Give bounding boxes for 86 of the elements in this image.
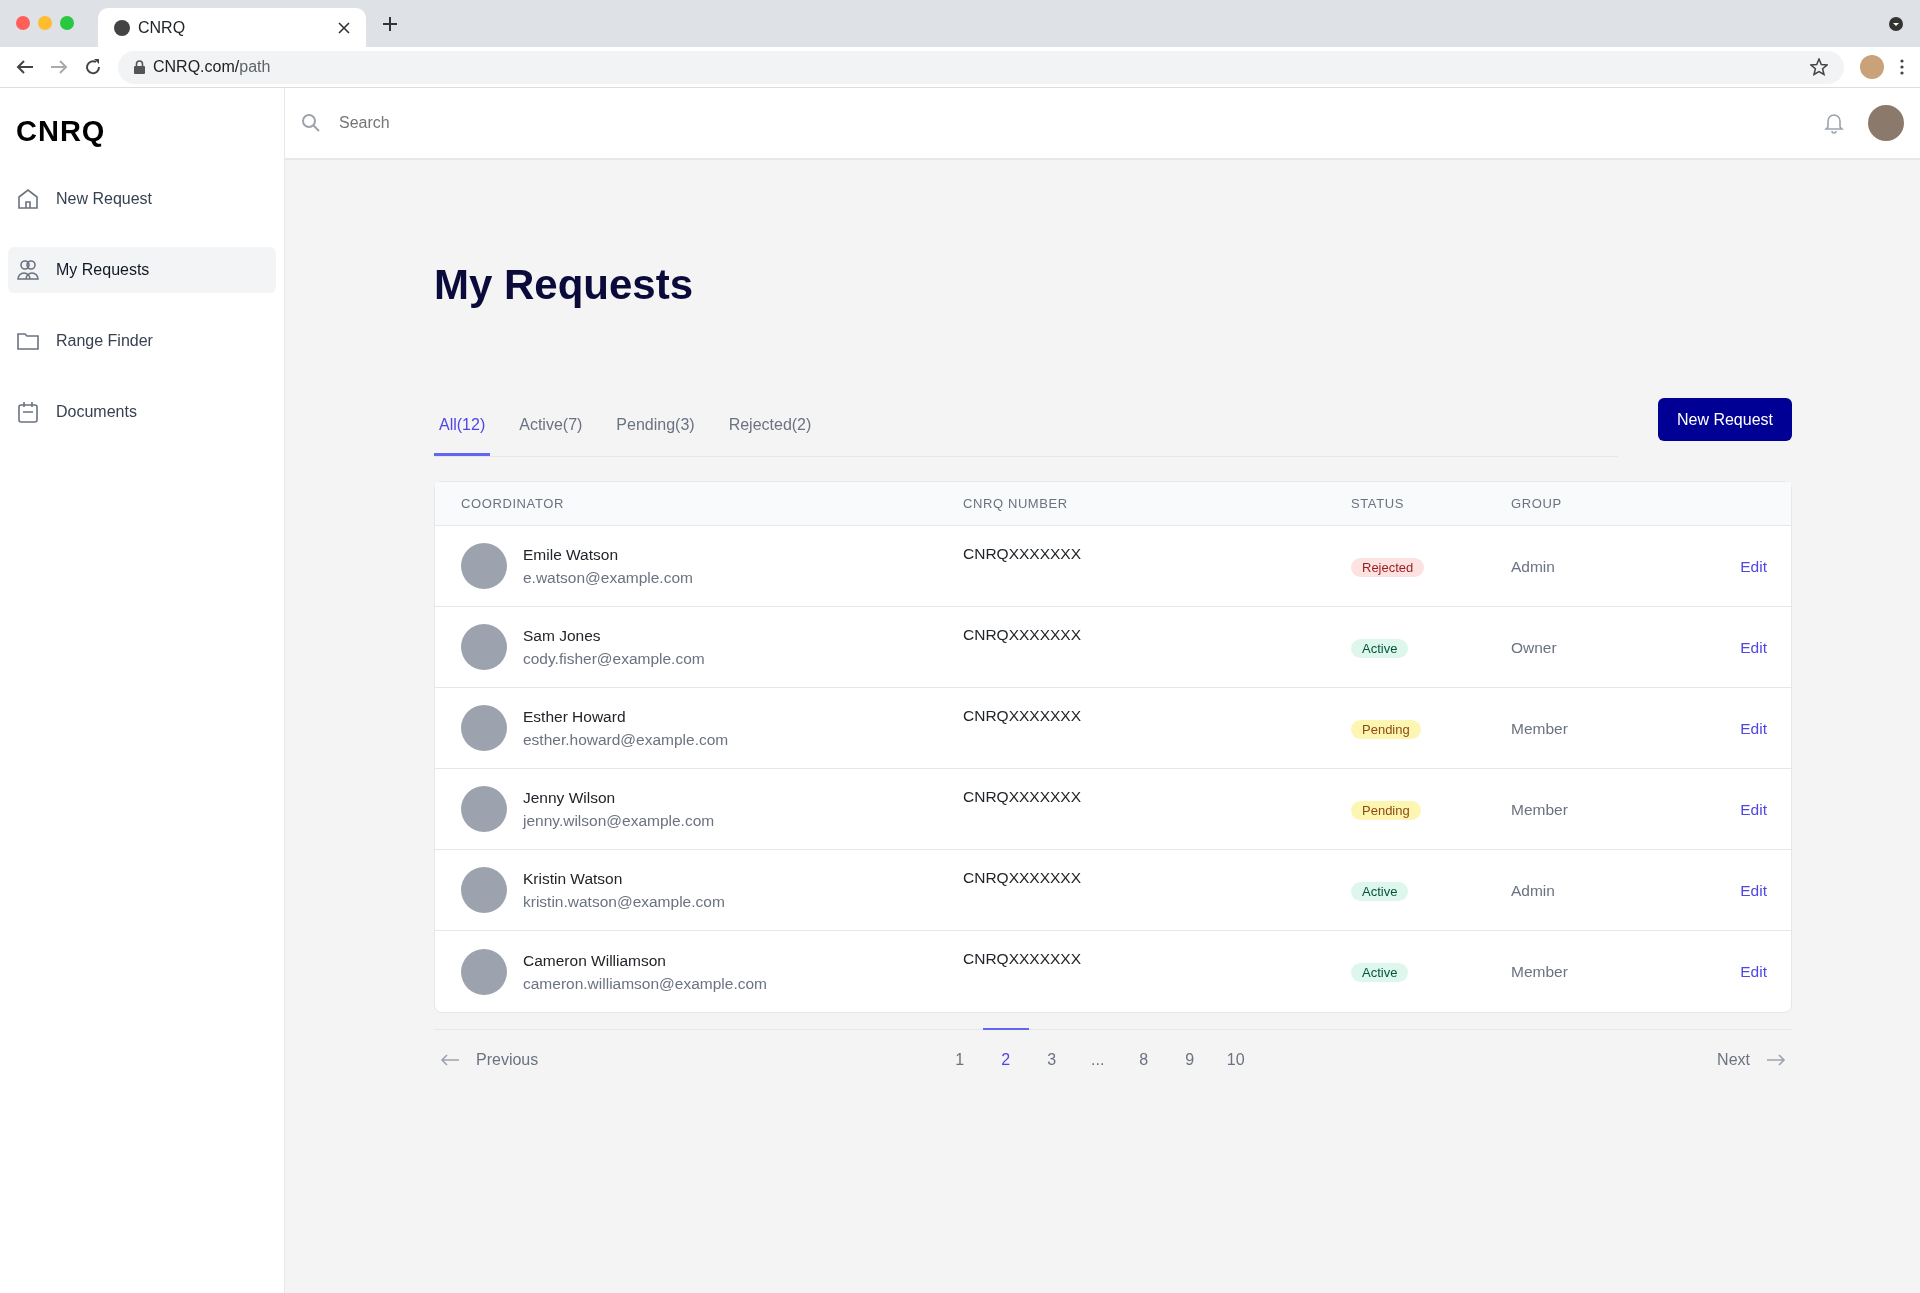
coordinator-name: Jenny Wilson [523, 788, 617, 809]
star-icon[interactable] [1810, 58, 1828, 76]
page-title: My Requests [434, 260, 695, 310]
group-text: Member [1511, 800, 1568, 818]
edit-link[interactable]: Edit [1740, 719, 1767, 737]
edit-link[interactable]: Edit [1740, 881, 1767, 899]
request-number: CNRQXXXXXXX [963, 788, 1081, 806]
page-link[interactable]: ... [1074, 1028, 1121, 1073]
arrow-right-icon [1766, 1054, 1786, 1067]
coordinator-name: Cameron Williamson [523, 950, 667, 971]
page-link[interactable]: 3 [1028, 1028, 1075, 1073]
filter-tab[interactable]: Active(7) [514, 405, 588, 457]
page-link[interactable]: 2 [982, 1028, 1029, 1073]
filter-tab[interactable]: Rejected(2) [723, 405, 817, 457]
coordinator-name: Emile Watson [523, 545, 620, 566]
coordinator-email: e.watson@example.com [523, 568, 693, 589]
reload-icon[interactable] [84, 58, 102, 76]
status-badge: Pending [1351, 719, 1421, 739]
request-number: CNRQXXXXXXX [963, 869, 1081, 887]
search-icon [301, 113, 321, 133]
page-link[interactable]: 9 [1166, 1028, 1213, 1073]
column-header: GROUP [1511, 496, 1562, 512]
group-text: Owner [1511, 638, 1557, 656]
request-number: CNRQXXXXXXX [963, 950, 1081, 968]
coordinator-email: cody.fisher@example.com [523, 649, 705, 670]
edit-link[interactable]: Edit [1740, 557, 1767, 575]
sidebar-item[interactable]: Documents [8, 388, 276, 435]
column-header: COORDINATOR [461, 496, 564, 512]
request-number: CNRQXXXXXXX [963, 545, 1081, 563]
lock-icon [134, 60, 145, 74]
group-text: Admin [1511, 557, 1555, 575]
group-text: Member [1511, 963, 1568, 981]
user-avatar[interactable] [1868, 105, 1904, 141]
coordinator-name: Sam Jones [523, 626, 602, 647]
users-icon [16, 257, 40, 282]
avatar-placeholder [461, 786, 507, 833]
coordinator-name: Esther Howard [523, 707, 627, 728]
more-icon[interactable] [1900, 59, 1904, 75]
status-badge: Rejected [1351, 557, 1425, 577]
sidebar-item[interactable]: My Requests [8, 246, 276, 293]
status-badge: Active [1351, 881, 1409, 901]
edit-link[interactable]: Edit [1740, 800, 1767, 818]
home-icon [16, 186, 40, 211]
tab-title: CNRQ [138, 17, 187, 38]
new-tab-icon[interactable] [382, 16, 398, 32]
logo[interactable]: CNRQ [8, 88, 276, 176]
avatar-placeholder [461, 867, 507, 914]
coordinator-email: jenny.wilson@example.com [523, 811, 715, 832]
column-header: CNRQ NUMBER [963, 496, 1068, 512]
back-icon[interactable] [16, 59, 34, 75]
status-badge: Active [1351, 638, 1409, 658]
group-text: Admin [1511, 881, 1555, 899]
page-link[interactable]: 1 [936, 1028, 983, 1073]
avatar-placeholder [461, 948, 507, 995]
edit-link[interactable]: Edit [1740, 963, 1767, 981]
column-header: STATUS [1351, 496, 1404, 512]
close-tab-icon[interactable] [338, 21, 350, 34]
filter-tab[interactable]: Pending(3) [611, 405, 700, 457]
status-badge: Pending [1351, 800, 1421, 820]
previous-link[interactable]: Previous [434, 1030, 539, 1073]
coordinator-email: kristin.watson@example.com [523, 892, 725, 913]
coordinator-email: cameron.williamson@example.com [523, 973, 767, 994]
arrow-left-icon [440, 1054, 460, 1067]
page-link[interactable]: 8 [1120, 1028, 1167, 1073]
avatar-placeholder [461, 705, 507, 752]
dropdown-icon[interactable] [1888, 16, 1904, 32]
sidebar-item[interactable]: Range Finder [8, 317, 276, 364]
sidebar-item[interactable]: New Request [8, 175, 276, 222]
filter-tab[interactable]: All(12) [434, 405, 491, 457]
url-text: CNRQ.com/path [153, 57, 272, 77]
edit-link[interactable]: Edit [1740, 638, 1767, 656]
request-number: CNRQXXXXXXX [963, 707, 1081, 725]
request-number: CNRQXXXXXXX [963, 626, 1081, 644]
address-bar[interactable]: CNRQ.com/path [118, 50, 1844, 84]
favicon-icon [114, 19, 130, 36]
group-text: Member [1511, 719, 1568, 737]
calendar-icon [16, 399, 40, 424]
avatar-placeholder [461, 543, 507, 590]
next-link[interactable]: Next [1717, 1030, 1792, 1073]
browser-tab[interactable]: CNRQ [98, 8, 366, 47]
status-badge: Active [1351, 963, 1409, 983]
coordinator-name: Kristin Watson [523, 869, 624, 890]
page-link[interactable]: 10 [1212, 1028, 1259, 1073]
new-request-button[interactable]: New Request [1657, 398, 1792, 442]
avatar-placeholder [461, 624, 507, 671]
coordinator-email: esther.howard@example.com [523, 730, 729, 751]
